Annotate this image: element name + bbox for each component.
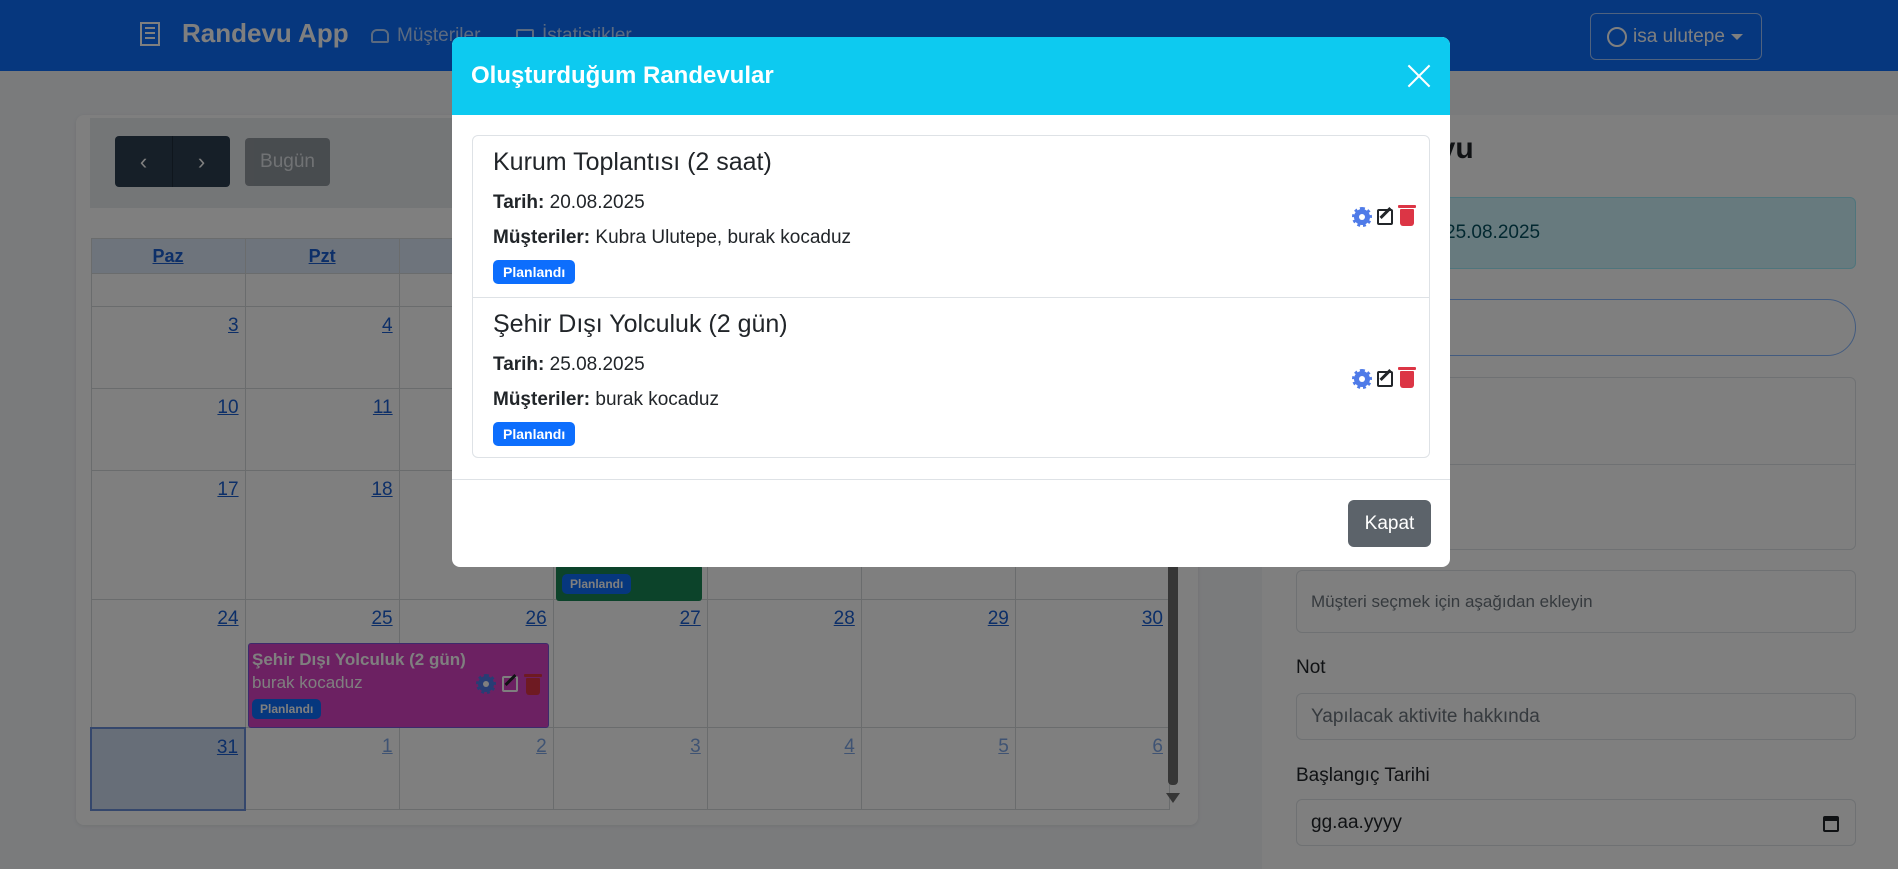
appointment-date: Tarih: 25.08.2025 — [493, 354, 645, 376]
edit-icon[interactable] — [1377, 370, 1393, 387]
appointment-customers: Müşteriler: Kubra Ulutepe, burak kocaduz — [493, 227, 851, 249]
date-value: 20.08.2025 — [549, 192, 645, 213]
modal-title: Oluşturduğum Randevular — [471, 62, 774, 89]
modal-footer-divider — [452, 479, 1450, 480]
appointment-date: Tarih: 20.08.2025 — [493, 192, 645, 214]
edit-icon[interactable] — [1377, 208, 1393, 225]
appointment-title: Kurum Toplantısı (2 saat) — [493, 148, 772, 176]
appointment-list: Kurum Toplantısı (2 saat) Tarih: 20.08.2… — [472, 135, 1430, 458]
customers-label: Müşteriler: — [493, 389, 591, 410]
trash-icon[interactable] — [1398, 205, 1416, 226]
appointment-customers: Müşteriler: burak kocaduz — [493, 389, 719, 411]
customers-label: Müşteriler: — [493, 227, 591, 248]
appointment-title: Şehir Dışı Yolculuk (2 gün) — [493, 310, 788, 338]
gear-icon[interactable] — [1352, 206, 1372, 227]
item-actions — [1352, 205, 1416, 227]
date-label: Tarih: — [493, 354, 545, 375]
status-badge: Planlandı — [493, 422, 576, 446]
item-actions — [1352, 367, 1416, 389]
close-icon[interactable] — [1407, 64, 1431, 88]
date-value: 25.08.2025 — [549, 354, 645, 375]
gear-icon[interactable] — [1352, 368, 1372, 389]
customers-value: burak kocaduz — [595, 389, 719, 410]
date-label: Tarih: — [493, 192, 545, 213]
status-badge: Planlandı — [493, 260, 576, 284]
close-button[interactable]: Kapat — [1348, 500, 1431, 547]
trash-icon[interactable] — [1398, 367, 1416, 388]
customers-value: Kubra Ulutepe, burak kocaduz — [595, 227, 852, 248]
list-item: Kurum Toplantısı (2 saat) Tarih: 20.08.2… — [473, 136, 1429, 296]
modal-header: Oluşturduğum Randevular — [452, 37, 1450, 115]
appointments-modal: Oluşturduğum Randevular Kurum Toplantısı… — [452, 37, 1450, 567]
list-item: Şehir Dışı Yolculuk (2 gün) Tarih: 25.08… — [473, 297, 1429, 457]
